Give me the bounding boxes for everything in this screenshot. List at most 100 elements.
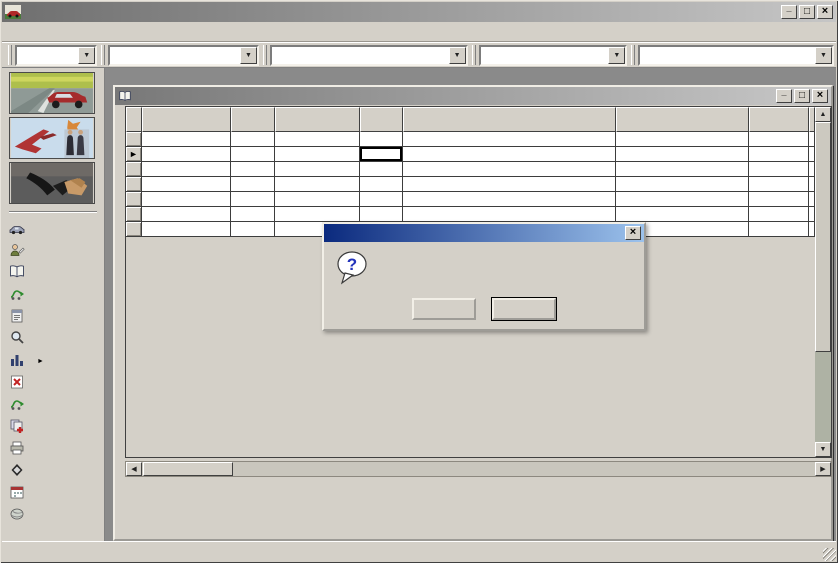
combo-cp010-2012-viden[interactable]: ▼ bbox=[638, 45, 834, 66]
current-row-marker[interactable]: ► bbox=[126, 147, 142, 162]
column-header-datum-zahajeni[interactable] bbox=[142, 107, 231, 132]
maximize-icon[interactable] bbox=[799, 5, 815, 19]
scroll-left-icon[interactable]: ◀ bbox=[126, 462, 142, 476]
scroll-down-icon[interactable]: ▼ bbox=[815, 442, 831, 457]
toolbar-grip[interactable] bbox=[472, 45, 476, 65]
chevron-down-icon[interactable]: ▼ bbox=[815, 47, 832, 64]
sidebar-item-prepocitat[interactable] bbox=[9, 460, 104, 482]
cell-t2[interactable] bbox=[360, 177, 403, 192]
selected-cell[interactable] bbox=[360, 147, 403, 162]
row-selector[interactable] bbox=[126, 162, 142, 177]
cell-d1[interactable] bbox=[142, 177, 231, 192]
menu-item-mapy-a-vzdalenosti[interactable] bbox=[102, 29, 118, 35]
column-header-cas-odjezdu[interactable] bbox=[231, 107, 275, 132]
menu-item-hlavni-menu[interactable] bbox=[6, 29, 22, 35]
cell-km[interactable] bbox=[749, 207, 809, 222]
menu-item-zaznam[interactable] bbox=[22, 29, 38, 35]
table-row[interactable] bbox=[126, 162, 815, 177]
cell-d2[interactable] bbox=[275, 177, 360, 192]
cell-purpose[interactable] bbox=[616, 132, 749, 147]
minimize-icon[interactable] bbox=[781, 5, 797, 19]
yes-button[interactable] bbox=[412, 298, 476, 320]
cell-d2[interactable] bbox=[275, 132, 360, 147]
cell-t1[interactable] bbox=[231, 162, 275, 177]
sidebar-item-vzor-jizdy[interactable] bbox=[9, 284, 104, 306]
row-selector[interactable] bbox=[126, 192, 142, 207]
row-selector[interactable] bbox=[126, 132, 142, 147]
combo-2012[interactable]: ▼ bbox=[15, 45, 97, 66]
menu-item-pomocne-databaze[interactable] bbox=[134, 29, 150, 35]
cell-d1[interactable] bbox=[142, 192, 231, 207]
cell-purpose[interactable] bbox=[616, 162, 749, 177]
cell-t2[interactable] bbox=[360, 207, 403, 222]
cell-t1[interactable] bbox=[231, 222, 275, 237]
cell-d2[interactable] bbox=[275, 192, 360, 207]
dialog-close-icon[interactable] bbox=[625, 226, 641, 240]
table-row[interactable] bbox=[126, 132, 815, 147]
column-header-ujete-km[interactable] bbox=[749, 107, 809, 132]
sidebar-item-mapy[interactable] bbox=[9, 504, 104, 526]
cell-km[interactable] bbox=[749, 147, 809, 162]
table-row[interactable]: ► bbox=[126, 147, 815, 162]
cell-t2[interactable] bbox=[360, 162, 403, 177]
row-selector[interactable] bbox=[126, 177, 142, 192]
table-row[interactable] bbox=[126, 177, 815, 192]
chevron-down-icon[interactable]: ▼ bbox=[78, 47, 95, 64]
cell-km[interactable] bbox=[749, 162, 809, 177]
cell-d2[interactable] bbox=[275, 207, 360, 222]
column-header-selector[interactable] bbox=[126, 107, 142, 132]
column-header-cas-prijezdu[interactable] bbox=[360, 107, 403, 132]
cell-purpose[interactable] bbox=[616, 177, 749, 192]
row-selector[interactable] bbox=[126, 222, 142, 237]
cell-t1[interactable] bbox=[231, 147, 275, 162]
cell-km[interactable] bbox=[749, 177, 809, 192]
toolbar-grip[interactable] bbox=[631, 45, 635, 65]
table-horizontal-scrollbar[interactable]: ◀ ▶ bbox=[125, 461, 832, 477]
combo-2a4-42-45-skoda-fabia[interactable]: ▼ bbox=[270, 45, 468, 66]
row-selector[interactable] bbox=[126, 207, 142, 222]
child-close-icon[interactable] bbox=[812, 89, 828, 103]
child-minimize-icon[interactable] bbox=[776, 89, 792, 103]
menu-item-cestovni-prikazy[interactable] bbox=[54, 29, 70, 35]
sidebar-item-planovac[interactable] bbox=[9, 482, 104, 504]
cell-purpose[interactable] bbox=[616, 192, 749, 207]
scroll-right-icon[interactable]: ▶ bbox=[815, 462, 831, 476]
cell-route[interactable] bbox=[403, 207, 616, 222]
sidebar-item-pauzy[interactable] bbox=[9, 372, 104, 394]
no-button[interactable] bbox=[492, 298, 556, 320]
sidebar-item-rekonstrukce[interactable] bbox=[9, 416, 104, 438]
menu-item-platebni-karty[interactable] bbox=[70, 29, 86, 35]
menu-item-okno[interactable] bbox=[150, 29, 166, 35]
cell-t1[interactable] bbox=[231, 132, 275, 147]
cell-d2[interactable] bbox=[275, 162, 360, 177]
cell-t1[interactable] bbox=[231, 207, 275, 222]
sidebar-item-ostat-vydaje[interactable] bbox=[9, 328, 104, 350]
cell-d1[interactable] bbox=[142, 147, 231, 162]
sidebar-item-vozidla[interactable] bbox=[9, 218, 104, 240]
table-row[interactable] bbox=[126, 207, 815, 222]
table-vertical-scrollbar[interactable]: ▲ ▼ bbox=[815, 107, 831, 457]
horizontal-scroll-thumb[interactable] bbox=[143, 462, 233, 476]
cell-d2[interactable] bbox=[275, 147, 360, 162]
chevron-down-icon[interactable]: ▼ bbox=[608, 47, 625, 64]
cell-purpose[interactable] bbox=[616, 207, 749, 222]
chevron-down-icon[interactable]: ▼ bbox=[449, 47, 466, 64]
close-icon[interactable] bbox=[817, 5, 833, 19]
cell-route[interactable] bbox=[403, 147, 616, 162]
toolbar-grip[interactable] bbox=[8, 45, 12, 65]
sidebar-item-kniha-jizd[interactable] bbox=[9, 262, 104, 284]
sidebar-item-statistika[interactable]: ► bbox=[9, 350, 104, 372]
cell-t1[interactable] bbox=[231, 192, 275, 207]
cell-d1[interactable] bbox=[142, 162, 231, 177]
cell-km[interactable] bbox=[749, 132, 809, 147]
sidebar-item-ridici[interactable] bbox=[9, 240, 104, 262]
table-row[interactable] bbox=[126, 192, 815, 207]
sidebar-item-prav-jizdy[interactable] bbox=[9, 394, 104, 416]
combo-novak-s-r-o[interactable]: ▼ bbox=[108, 45, 259, 66]
cell-route[interactable] bbox=[403, 162, 616, 177]
cell-d1[interactable] bbox=[142, 207, 231, 222]
cell-t2[interactable] bbox=[360, 192, 403, 207]
toolbar-grip[interactable] bbox=[263, 45, 267, 65]
scroll-up-icon[interactable]: ▲ bbox=[815, 107, 831, 122]
combo-novak-jiri[interactable]: ▼ bbox=[479, 45, 628, 66]
